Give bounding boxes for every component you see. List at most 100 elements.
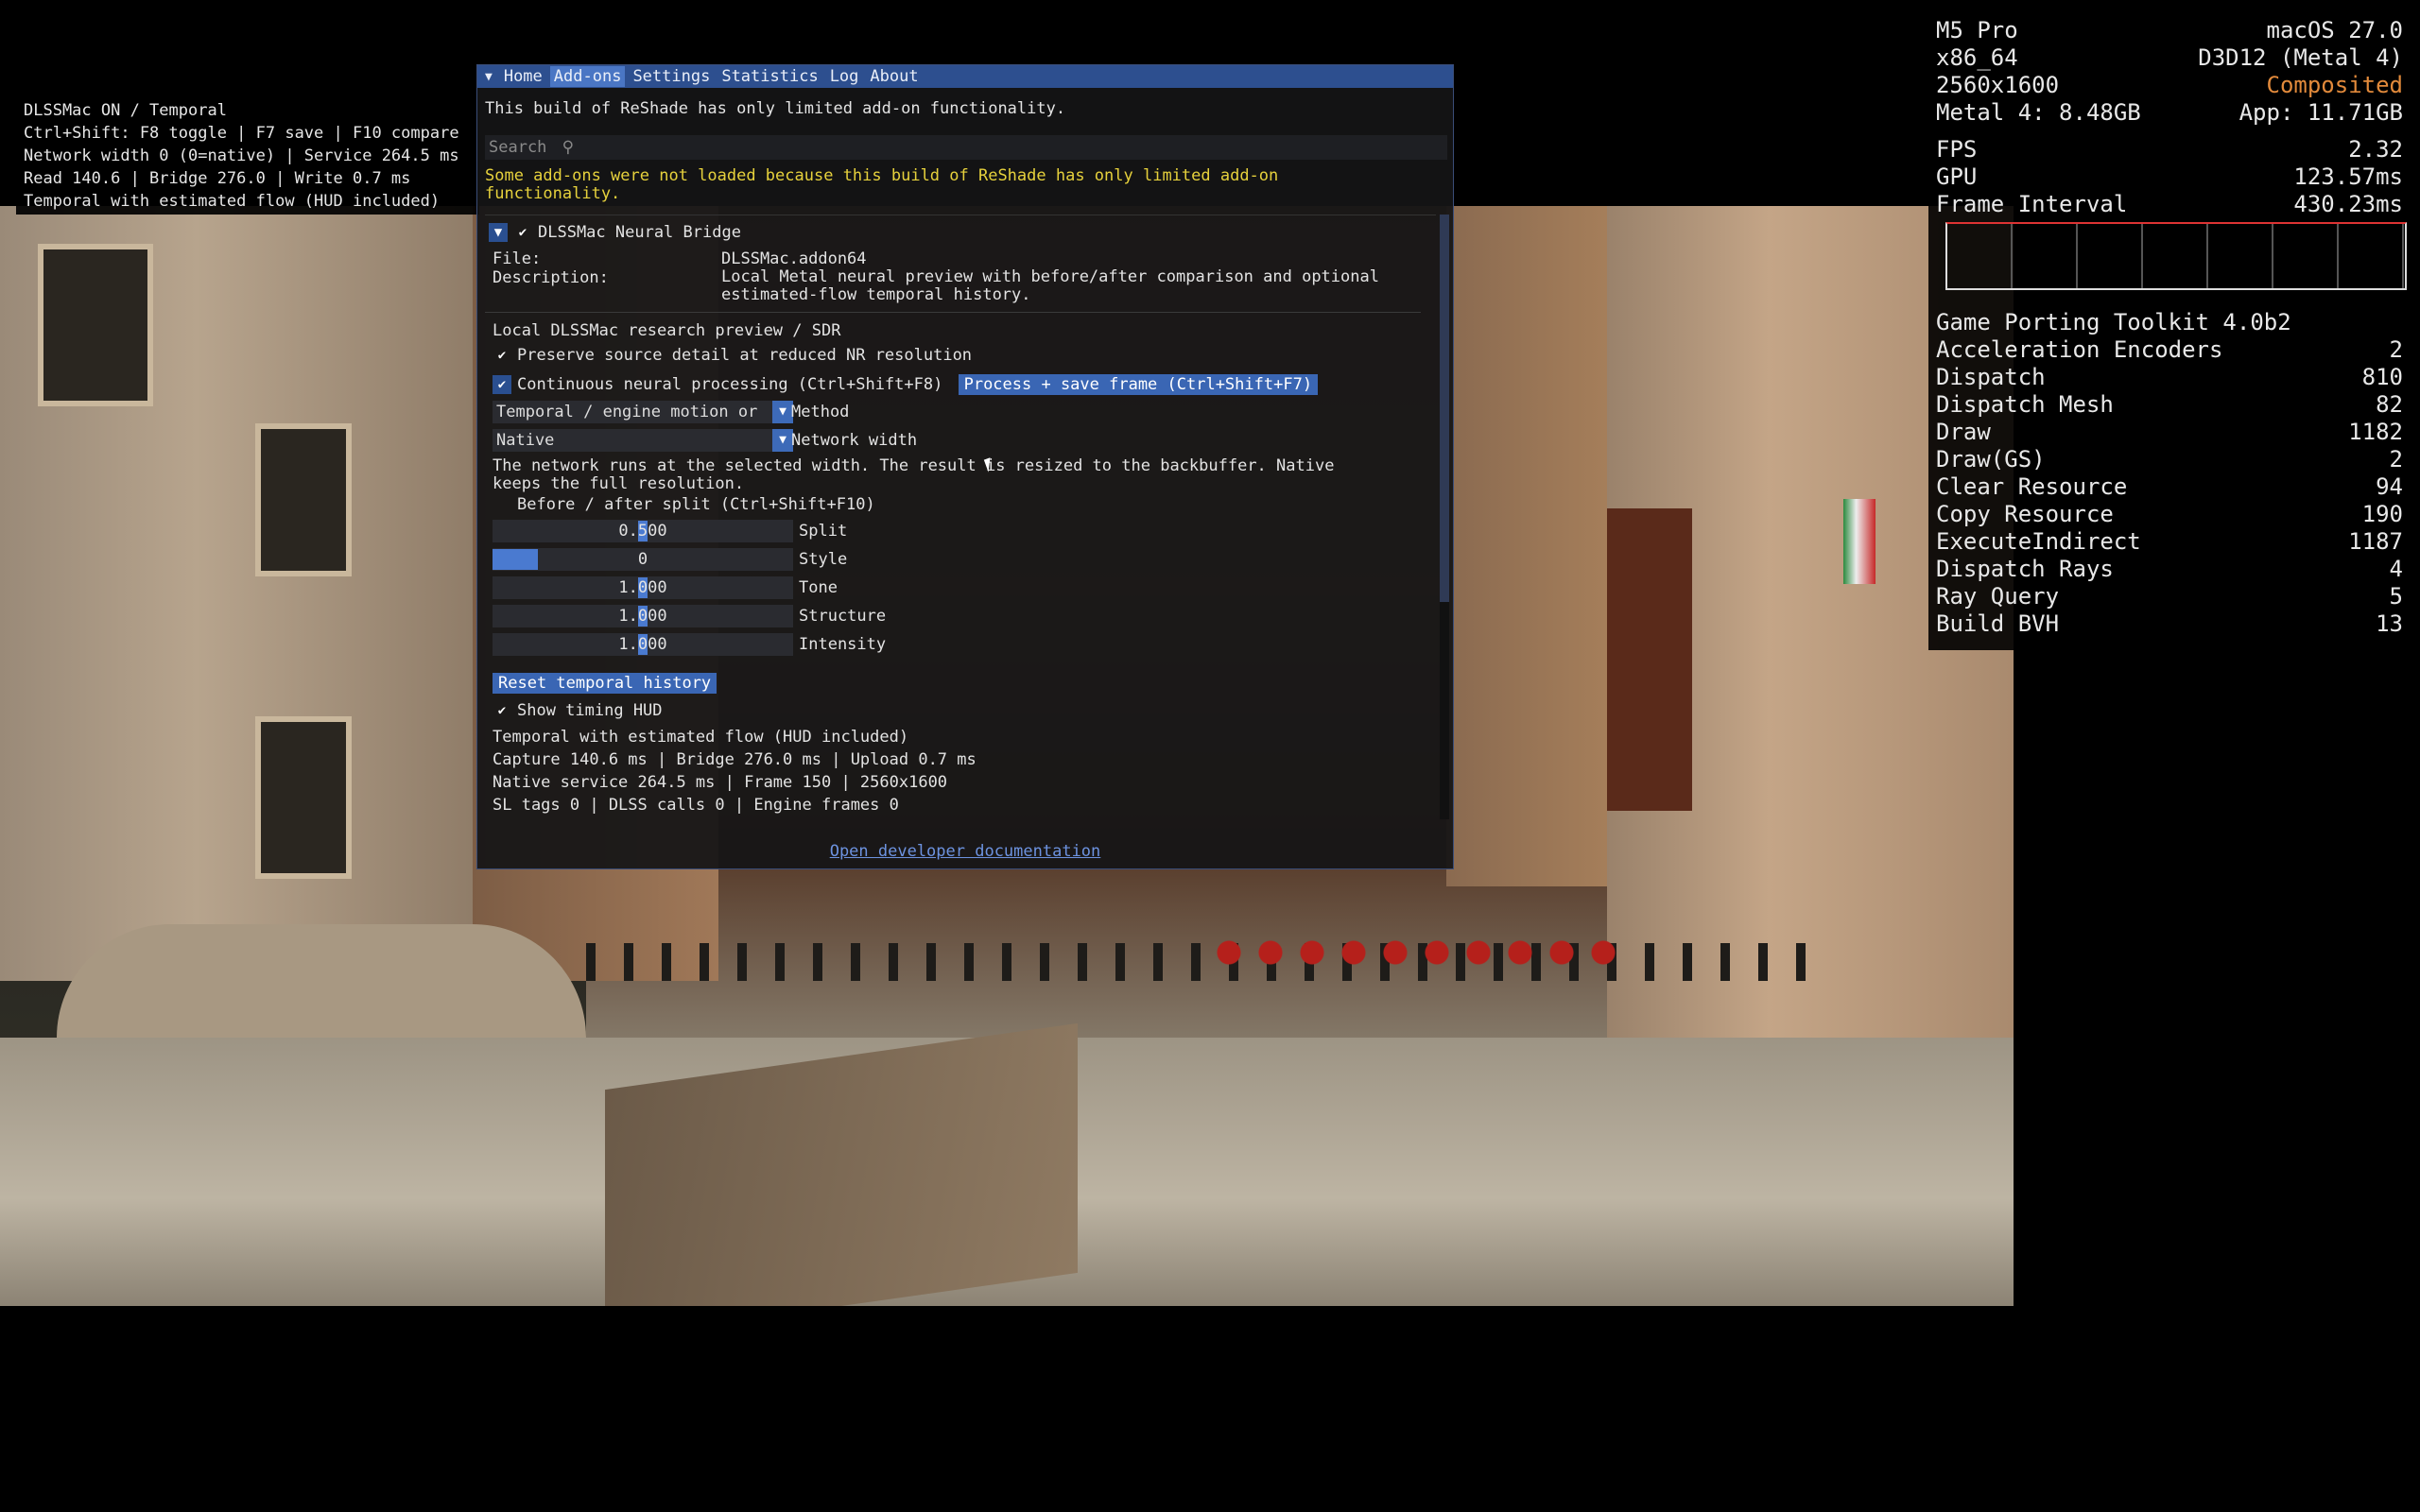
show-hud-label: Show timing HUD [517,701,663,720]
slider-intensity[interactable]: 1.000 [493,633,793,656]
network-width-dropdown[interactable]: Native ▼ [493,429,793,452]
hud-row: Game Porting Toolkit 4.0b2 [1936,309,2403,336]
continuous-processing-option[interactable]: ✔ Continuous neural processing (Ctrl+Shif… [493,374,1319,395]
tab-statistics[interactable]: Statistics [717,66,821,87]
developer-documentation-link[interactable]: Open developer documentation [477,842,1453,861]
process-save-frame-button[interactable]: Process + save frame (Ctrl+Shift+F7) [958,374,1319,395]
chevron-down-icon[interactable]: ▼ [772,401,793,423]
counter-list: Acceleration Encoders 2 Dispatch 810 Dispatc… [1936,336,2403,638]
slider-label: Style [799,550,848,569]
graphics-api: D3D12 (Metal 4) [2198,44,2403,71]
slider-label: Intensity [799,635,887,654]
addon-details-panel: ▼ ✔ DLSSMac Neural Bridge File: DLSSMac.ad… [485,215,1436,820]
counter-row: Draw(GS) 2 [1936,446,2403,473]
gpu-value: 123.57ms [2293,163,2403,190]
window [255,423,352,576]
counter-row: Dispatch 810 [1936,364,2403,391]
expand-arrow-icon[interactable]: ▼ [489,223,508,242]
addon-panel-scrollbar[interactable] [1440,215,1449,819]
network-width-label: Network width [791,431,918,450]
frame-interval-value: 430.23ms [2293,191,2403,217]
tab-about[interactable]: About [866,66,922,87]
warning-line: Some add-ons were not loaded because thi… [485,166,1279,185]
search-icon: ⚲ [562,138,575,157]
addon-name: DLSSMac Neural Bridge [538,223,741,242]
counter-row: Build BVH 13 [1936,610,2403,638]
window [255,716,352,879]
gpu-label: GPU [1936,163,1978,190]
frame-interval-label: Frame Interval [1936,191,2128,217]
slider-tone[interactable]: 1.000 [493,576,793,599]
arch: x86_64 [1936,44,2018,71]
tab-home[interactable]: Home [500,66,546,87]
show-hud-checkbox[interactable]: ✔ [493,701,511,720]
show-hud-option[interactable]: ✔ Show timing HUD [493,701,663,720]
counter-value: 2 [2389,446,2403,472]
iron-railing [586,943,1815,981]
hud-row: GPU 123.57ms [1936,163,2403,191]
method-dropdown[interactable]: Temporal / engine motion or ▼ [493,401,793,423]
counter-value: 2 [2389,336,2403,363]
resolution: 2560x1600 [1936,72,2060,98]
network-width-selected: Native [496,431,555,450]
slider-value: 0 [637,550,648,569]
slider-value: 1.000 [618,578,667,597]
reshade-menu-bar: ▼ Home Add-ons Settings Statistics Log A… [477,65,1453,88]
reset-history-row: Reset temporal history [493,673,717,694]
slider-group: 0.500 Split 0 Style 1.000 Tone 1.000 Structure 1… [493,520,1060,671]
tab-add-ons[interactable]: Add-ons [549,66,626,87]
preserve-detail-checkbox[interactable]: ✔ [493,346,511,365]
performance-hud: M5 Pro macOS 27.0 x86_64 D3D12 (Metal 4) 2… [1928,15,2411,650]
status-line: Capture 140.6 ms | Bridge 276.0 ms | Upl… [493,750,977,769]
counter-label: Draw [1936,419,1991,445]
limited-addon-notice: This build of ReShade has only limited a… [485,99,1066,118]
addon-enabled-checkbox[interactable]: ✔ [513,223,532,242]
os-version: macOS 27.0 [2266,17,2404,43]
slider-style[interactable]: 0 [493,548,793,571]
counter-value: 94 [2376,473,2403,500]
hud-row: M5 Pro macOS 27.0 [1936,17,2403,44]
collapse-triangle-icon[interactable]: ▼ [481,70,496,84]
tab-settings[interactable]: Settings [629,66,714,87]
hud-row: 2560x1600 Composited [1936,72,2403,99]
reshade-overlay-window[interactable]: ▼ Home Add-ons Settings Statistics Log A… [476,64,1454,869]
note-line: keeps the full resolution. [493,474,745,493]
counter-label: Acceleration Encoders [1936,336,2223,363]
frame-time-graph [1945,222,2407,290]
counter-value: 82 [2376,391,2403,418]
slider-value: 1.000 [618,607,667,626]
search-placeholder: Search [489,138,547,157]
counter-value: 1187 [2348,528,2403,555]
counter-row: Clear Resource 94 [1936,473,2403,501]
preserve-detail-option[interactable]: ✔ Preserve source detail at reduced NR re… [493,346,972,365]
hud-row: Metal 4: 8.48GB App: 11.71GB [1936,99,2403,127]
slider-split[interactable]: 0.500 [493,520,793,542]
reset-temporal-history-button[interactable]: Reset temporal history [493,673,717,694]
hud-row: x86_64 D3D12 (Metal 4) [1936,44,2403,72]
section-title: Local DLSSMac research preview / SDR [493,321,841,340]
split-toggle-checkbox[interactable] [493,495,511,514]
counter-label: Ray Query [1936,583,2060,610]
scrollbar-thumb[interactable] [1440,215,1449,602]
status-line: Native service 264.5 ms | Frame 150 | 25… [493,773,948,792]
toolkit-version: Game Porting Toolkit 4.0b2 [1936,309,2291,335]
method-selected: Temporal / engine motion or [496,403,758,421]
description-line: estimated-flow temporal history. [721,285,1031,304]
addon-header[interactable]: ▼ ✔ DLSSMac Neural Bridge [489,223,741,242]
slider-structure[interactable]: 1.000 [493,605,793,627]
split-toggle-option[interactable]: Before / after split (Ctrl+Shift+F10) [493,495,875,514]
overlay-line: Network width 0 (0=native) | Service 264… [24,146,459,165]
hud-row: Frame Interval 430.23ms [1936,191,2403,218]
tab-log[interactable]: Log [826,66,863,87]
counter-label: Build BVH [1936,610,2060,637]
addon-search-input[interactable]: Search ⚲ [485,135,1447,160]
continuous-processing-checkbox[interactable]: ✔ [493,375,511,394]
counter-value: 1182 [2348,419,2403,445]
description-label: Description: [493,268,609,287]
timing-status: Temporal with estimated flow (HUD includ… [493,726,977,816]
counter-row: Draw 1182 [1936,419,2403,446]
slider-value: 0.500 [618,522,667,541]
counter-row: Dispatch Rays 4 [1936,556,2403,583]
file-label: File: [493,249,542,268]
chevron-down-icon[interactable]: ▼ [772,429,793,452]
